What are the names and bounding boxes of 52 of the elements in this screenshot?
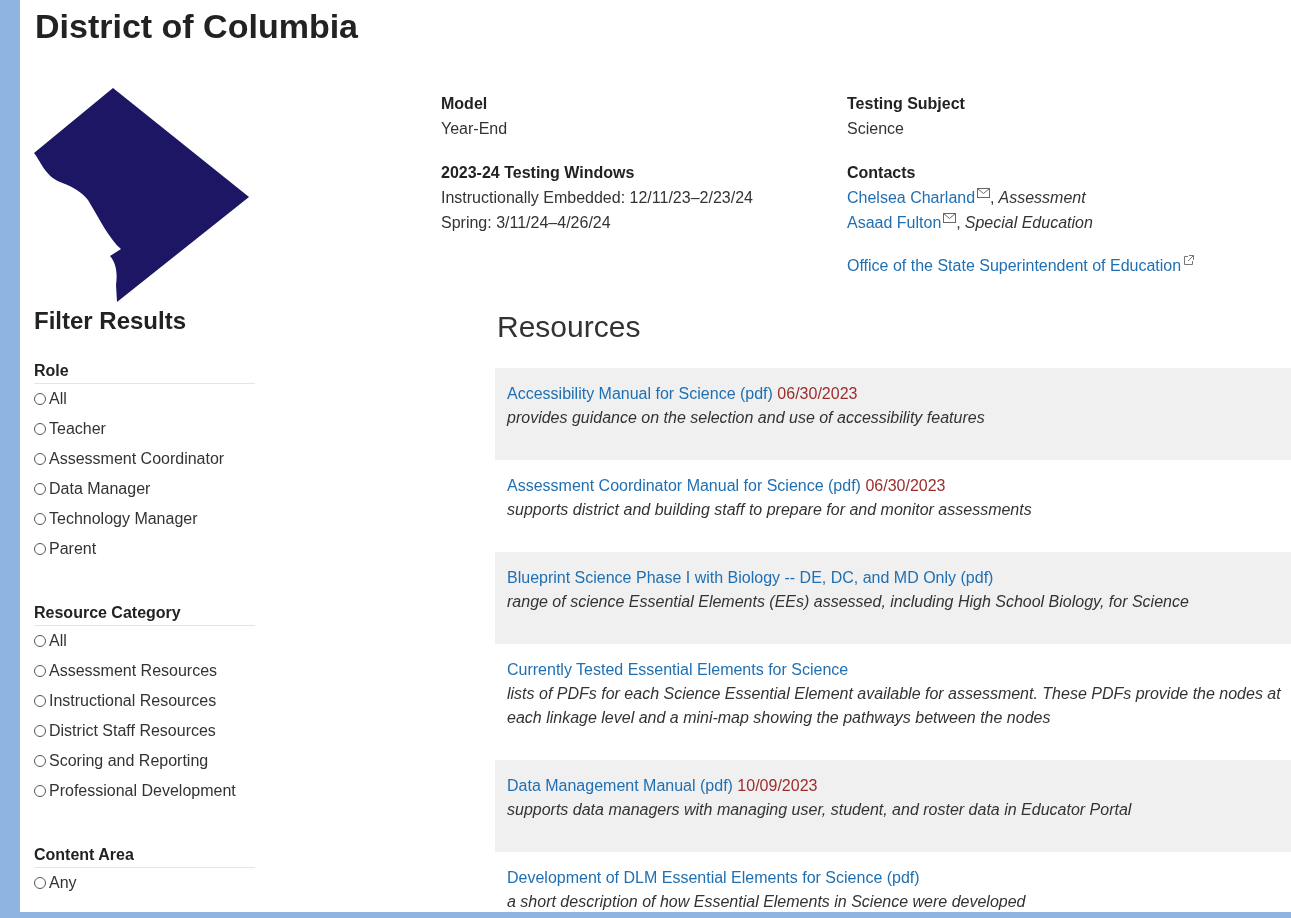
resource-link[interactable]: Blueprint Science Phase I with Biology -- DE, DC, and MD Only (pdf) [507,569,994,586]
radio-option[interactable]: Instructional Resources [34,686,217,716]
resource-link[interactable]: Assessment Coordinator Manual for Science (pdf) [507,477,861,494]
mail-icon [943,213,957,223]
testing-window: Instructionally Embedded: 12/11/23–2/23/24 [441,185,753,210]
resource-description: provides guidance on the selection and use of accessibility features [507,408,986,428]
resource-link[interactable]: Currently Tested Essential Elements for Science [507,661,849,678]
contact-link[interactable]: Asaad Fulton [847,210,942,235]
info-value: Science [847,119,904,139]
contact-link[interactable]: Chelsea Charland [847,185,976,210]
resource-description: lists of PDFs for each Science Essential Element available for assessment. These PDFs provide the nodes at each linkage level and a mini-map showing the pathways between the nodes [507,684,1282,728]
separator: , [990,188,995,208]
filter-title: Filter Results [34,306,187,336]
filter-group-heading: Role [34,361,69,381]
external-link-icon [1183,255,1195,266]
radio-option[interactable]: Assessment Coordinator [34,444,225,474]
info-label: Model [441,94,488,114]
radio-option[interactable]: Assessment Resources [34,656,218,686]
resource-date: 06/30/2023 [864,477,946,494]
resource-description: a short description of how Essential Elements in Science were developed [507,892,1027,912]
resource-description: supports data managers with managing user, student, and roster data in Educator Portal [507,800,1133,820]
resource-date: 10/09/2023 [736,777,818,794]
separator: , [956,213,961,233]
page-title: District of Columbia [35,6,359,46]
mail-icon [977,188,991,198]
radio-option[interactable]: Teacher [34,414,106,444]
filter-group-heading: Content Area [34,845,134,865]
filter-group-heading: Resource Category [34,603,181,623]
resource-date: 06/30/2023 [776,385,858,402]
radio-option[interactable]: All [34,626,67,656]
contact-role: Assessment [998,188,1086,208]
resource-link[interactable]: Accessibility Manual for Science (pdf) [507,385,773,402]
resource-description: range of science Essential Elements (EEs) assessed, including High School Biology, for Science [507,592,1190,612]
agency-link[interactable]: Office of the State Superintendent of Education [847,253,1182,278]
resource-description: supports district and building staff to prepare for and monitor assessments [507,500,1033,520]
radio-option[interactable]: Professional Development [34,776,236,806]
info-label: Testing Subject [847,94,965,114]
radio-option[interactable]: Scoring and Reporting [34,746,209,776]
radio-option[interactable]: Parent [34,534,97,564]
info-value: Year-End [441,119,508,139]
radio-option[interactable]: Data Manager [34,474,151,504]
testing-window: Spring: 3/11/24–4/26/24 [441,210,611,235]
radio-option[interactable]: District Staff Resources [34,716,216,746]
contact-role: Special Education [964,213,1093,233]
radio-option[interactable]: Any [34,868,77,898]
resources-title: Resources [497,309,641,345]
resource-link[interactable]: Data Management Manual (pdf) [507,777,733,794]
info-label: 2023-24 Testing Windows [441,163,635,183]
radio-option[interactable]: Technology Manager [34,504,198,534]
radio-option[interactable]: All [34,384,67,414]
info-label: Contacts [847,163,916,183]
resource-link[interactable]: Development of DLM Essential Elements for Science (pdf) [507,869,920,886]
